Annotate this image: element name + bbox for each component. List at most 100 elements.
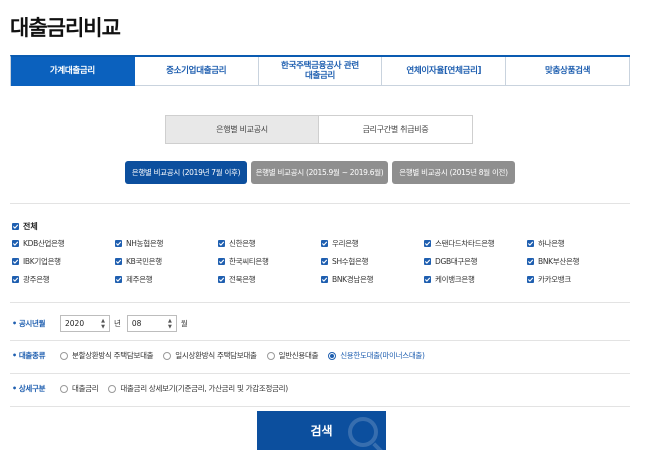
bank-checkbox-item[interactable]: 한국씨티은행 bbox=[218, 255, 321, 267]
check-all[interactable]: 전체 bbox=[12, 221, 38, 232]
checkbox-checked-icon[interactable] bbox=[424, 275, 431, 283]
bank-grid: KDB산업은행 NH농협은행 신한은행 우리은행 스탠다드차타드은행 하나은행 IBK기업은… bbox=[12, 237, 632, 285]
bank-label: 스탠다드차타드은행 bbox=[435, 238, 495, 248]
divider bbox=[10, 373, 630, 374]
checkbox-checked-icon[interactable] bbox=[115, 275, 122, 283]
tab-household-loan[interactable]: 가계대출금리 bbox=[11, 57, 135, 86]
bank-label: 한국씨티은행 bbox=[229, 256, 269, 266]
checkbox-checked-icon[interactable] bbox=[12, 223, 19, 230]
divider bbox=[10, 302, 630, 303]
bank-checkbox-item[interactable]: BNK경남은행 bbox=[321, 273, 424, 285]
bank-label: 하나은행 bbox=[538, 238, 565, 248]
checkbox-checked-icon[interactable] bbox=[321, 257, 328, 265]
bank-checkbox-item[interactable]: BNK부산은행 bbox=[527, 255, 627, 267]
bank-label: 케이뱅크은행 bbox=[435, 274, 475, 284]
period-btn-2015-09-2019-06[interactable]: 은행별 비교공시 (2015.9월 ~ 2019.6월) bbox=[251, 161, 388, 184]
search-icon-handle bbox=[372, 442, 384, 450]
period-btn-before-2015-08[interactable]: 은행별 비교공시 (2015년 8월 이전) bbox=[392, 161, 515, 184]
date-label: 공시년월 bbox=[18, 319, 46, 328]
radio-icon[interactable] bbox=[266, 351, 275, 360]
year-select[interactable]: 2020 ▲▼ bbox=[60, 315, 110, 332]
checkbox-checked-icon[interactable] bbox=[218, 257, 225, 265]
bank-label: 카카오뱅크 bbox=[538, 274, 571, 284]
tab-housing-finance[interactable]: 한국주택금융공사 관련 대출금리 bbox=[258, 57, 383, 86]
bank-checkbox-item[interactable]: 우리은행 bbox=[321, 237, 424, 249]
month-select[interactable]: 08 ▲▼ bbox=[126, 315, 177, 332]
radio-lump-mortgage[interactable]: 일시상환방식 주택담보대출 bbox=[163, 350, 257, 361]
radio-icon[interactable] bbox=[60, 384, 68, 393]
bank-label: IBK기업은행 bbox=[23, 256, 61, 266]
sub-toggle: 은행별 비교공시 금리구간별 취급비중 bbox=[165, 115, 473, 144]
radio-label: 신용한도대출(마이너스대출) bbox=[340, 351, 425, 360]
tab-label: 가계대출금리 bbox=[49, 66, 95, 76]
checkbox-checked-icon[interactable] bbox=[218, 275, 225, 283]
checkbox-checked-icon[interactable] bbox=[218, 239, 225, 247]
checkbox-checked-icon[interactable] bbox=[527, 239, 534, 247]
bank-checkbox-item[interactable]: 스탠다드차타드은행 bbox=[424, 237, 527, 249]
bank-label: BNK부산은행 bbox=[538, 256, 580, 266]
bank-label: NH농협은행 bbox=[126, 238, 164, 248]
checkbox-checked-icon[interactable] bbox=[12, 257, 19, 265]
checkbox-checked-icon[interactable] bbox=[527, 275, 534, 283]
radio-icon[interactable] bbox=[60, 351, 68, 360]
radio-credit-line[interactable]: 신용한도대출(마이너스대출) bbox=[328, 350, 425, 361]
checkbox-checked-icon[interactable] bbox=[12, 275, 19, 283]
bank-checkbox-item[interactable]: 하나은행 bbox=[527, 237, 627, 249]
radio-label: 대출금리 상세보기(기준금리, 가산금리 및 가감조정금리) bbox=[120, 384, 288, 393]
month-value: 08 bbox=[131, 319, 142, 328]
bank-checkbox-item[interactable]: NH농협은행 bbox=[115, 237, 218, 249]
tab-label: 중소기업대출금리 bbox=[166, 66, 227, 76]
bank-checkbox-item[interactable]: 케이뱅크은행 bbox=[424, 273, 527, 285]
search-button[interactable]: 검색 bbox=[257, 411, 386, 450]
bank-checkbox-item[interactable]: 전북은행 bbox=[218, 273, 321, 285]
checkbox-checked-icon[interactable] bbox=[115, 239, 122, 247]
bank-label: 광주은행 bbox=[23, 274, 50, 284]
tab-overdue-rate[interactable]: 연체이자율[연체금리] bbox=[382, 57, 507, 86]
radio-icon[interactable] bbox=[108, 384, 117, 393]
check-all-label: 전체 bbox=[23, 222, 38, 231]
bank-checkbox-item[interactable]: 광주은행 bbox=[12, 273, 115, 285]
bank-label: 제주은행 bbox=[126, 274, 153, 284]
checkbox-checked-icon[interactable] bbox=[321, 275, 328, 283]
radio-general-credit[interactable]: 일반신용대출 bbox=[266, 350, 319, 361]
bank-label: 우리은행 bbox=[332, 238, 359, 248]
radio-selected-icon[interactable] bbox=[328, 351, 337, 360]
loan-type-label-wrap: • 대출종류 bbox=[12, 350, 60, 361]
checkbox-checked-icon[interactable] bbox=[115, 257, 122, 265]
year-unit: 년 bbox=[114, 319, 121, 328]
bank-checkbox-item[interactable]: 제주은행 bbox=[115, 273, 218, 285]
sub-btn-rate-range[interactable]: 금리구간별 취급비중 bbox=[319, 116, 472, 143]
detail-label-wrap: • 상세구분 bbox=[12, 383, 60, 394]
checkbox-checked-icon[interactable] bbox=[12, 239, 19, 247]
main-tabs: 가계대출금리 중소기업대출금리 한국주택금융공사 관련 대출금리 연체이자율[연… bbox=[10, 55, 630, 86]
checkbox-checked-icon[interactable] bbox=[321, 239, 328, 247]
checkbox-checked-icon[interactable] bbox=[424, 257, 431, 265]
radio-loan-rate[interactable]: 대출금리 bbox=[60, 383, 99, 394]
tab-sme-loan[interactable]: 중소기업대출금리 bbox=[134, 57, 259, 86]
bank-checkbox-item[interactable]: IBK기업은행 bbox=[12, 255, 115, 267]
sub-btn-bank-compare[interactable]: 은행별 비교공시 bbox=[166, 116, 319, 143]
bank-checkbox-item[interactable]: KB국민은행 bbox=[115, 255, 218, 267]
bank-checkbox-item[interactable]: SH수협은행 bbox=[321, 255, 424, 267]
bank-checkbox-item[interactable]: KDB산업은행 bbox=[12, 237, 115, 249]
bank-checkbox-item[interactable]: 카카오뱅크 bbox=[527, 273, 627, 285]
checkbox-checked-icon[interactable] bbox=[527, 257, 534, 265]
radio-label: 분할상환방식 주택담보대출 bbox=[72, 351, 154, 360]
radio-icon[interactable] bbox=[163, 351, 172, 360]
divider bbox=[10, 340, 630, 341]
checkbox-checked-icon[interactable] bbox=[424, 239, 431, 247]
tab-custom-search[interactable]: 맞춤상품검색 bbox=[506, 57, 630, 86]
radio-label: 대출금리 bbox=[72, 384, 99, 393]
radio-label: 일반신용대출 bbox=[278, 351, 319, 360]
page-title: 대출금리비교 bbox=[10, 16, 121, 40]
bullet-icon: • bbox=[12, 384, 17, 393]
period-btn-after-2019-07[interactable]: 은행별 비교공시 (2019년 7월 이후) bbox=[125, 161, 247, 184]
radio-loan-rate-detail[interactable]: 대출금리 상세보기(기준금리, 가산금리 및 가감조정금리) bbox=[108, 383, 288, 394]
date-label-wrap: • 공시년월 bbox=[12, 318, 60, 329]
tab-label: 한국주택금융공사 관련 대출금리 bbox=[281, 61, 359, 81]
bank-label: 신한은행 bbox=[229, 238, 256, 248]
bank-checkbox-item[interactable]: DGB대구은행 bbox=[424, 255, 527, 267]
radio-installment-mortgage[interactable]: 분할상환방식 주택담보대출 bbox=[60, 350, 154, 361]
bank-checkbox-item[interactable]: 신한은행 bbox=[218, 237, 321, 249]
loan-type-row: • 대출종류 분할상환방식 주택담보대출 일시상환방식 주택담보대출 일반신용대출… bbox=[12, 350, 435, 361]
